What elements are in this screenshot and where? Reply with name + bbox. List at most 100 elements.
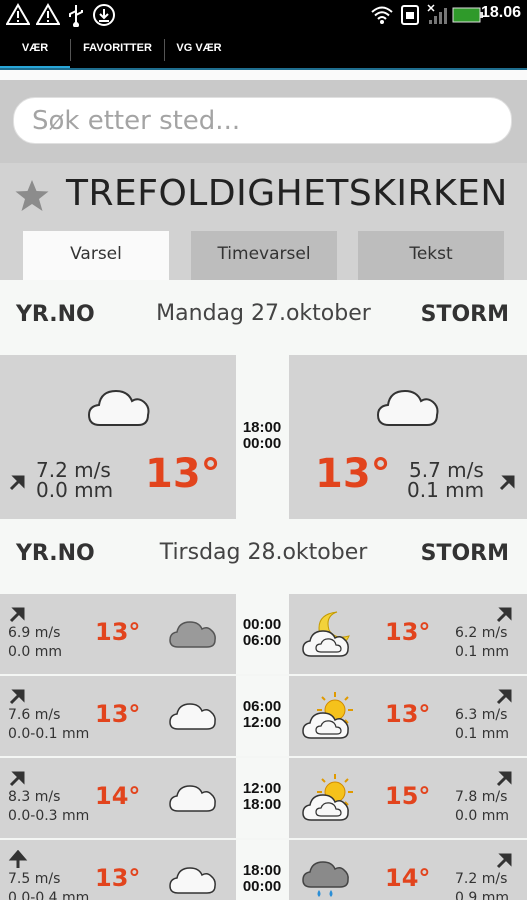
cloud-icon <box>376 389 439 426</box>
wind-arrow-icon <box>8 850 28 868</box>
forecast-cell-yrno[interactable]: 7.5 m/s 0.0-0.4 mm 13° <box>0 840 236 900</box>
forecast-cell-yrno[interactable]: 7.6 m/s 0.0-0.1 mm 13° <box>0 676 236 756</box>
precip-value: 0.0-0.3 mm <box>8 808 90 824</box>
tab-vg-vaer[interactable]: VG VÆR <box>165 30 233 70</box>
battery-icon <box>452 7 483 23</box>
wifi-icon <box>371 6 393 24</box>
cloud-icon <box>169 867 216 894</box>
time-to: 00:00 <box>242 878 282 895</box>
precip-value: 0.0 mm <box>8 644 62 660</box>
signal-icon <box>427 4 447 24</box>
temperature: 13° <box>315 451 391 497</box>
sun-cloud-icon <box>302 692 353 739</box>
place-name: TREFOLDIGHETSKIRKEN <box>66 173 508 214</box>
app-tab-bar: VÆR FAVORITTER VG VÆR <box>0 30 527 70</box>
forecast-cell-yrno[interactable]: 7.2 m/s 0.0 mm 13° <box>0 355 236 519</box>
search-input[interactable] <box>32 103 492 139</box>
app-root: 18.06 VÆR FAVORITTER VG VÆR TREFOLDIGHET… <box>0 0 527 900</box>
tab-favoritter[interactable]: FAVORITTER <box>71 30 164 70</box>
temperature: 13° <box>95 618 141 646</box>
wind-value: 7.6 m/s <box>8 707 61 723</box>
temperature: 13° <box>95 864 141 892</box>
time-column: 18:00 00:00 <box>236 355 289 519</box>
forecast-cell-storm[interactable]: 13° 6.3 m/s 0.1 mm <box>289 676 527 756</box>
temperature: 15° <box>385 782 431 810</box>
place-header: TREFOLDIGHETSKIRKEN Varsel Timevarsel Te… <box>0 163 527 280</box>
tab-varsel[interactable]: Varsel <box>23 231 169 280</box>
warning-icon <box>6 3 30 25</box>
time-to: 06:00 <box>242 632 282 649</box>
wind-value: 7.2 m/s <box>455 871 508 887</box>
wind-value: 6.2 m/s <box>455 625 508 641</box>
wind-arrow-icon <box>9 689 25 705</box>
day-header: YR.NO Mandag 27.oktober STORM <box>0 280 527 355</box>
forecast-cell-yrno[interactable]: 8.3 m/s 0.0-0.3 mm 14° <box>0 758 236 838</box>
clock: 18.06 <box>480 4 521 21</box>
time-column: 18:00 00:00 <box>236 840 289 900</box>
status-bar: 18.06 <box>0 0 527 30</box>
temperature: 14° <box>385 864 431 892</box>
tab-vaer[interactable]: VÆR <box>0 30 70 70</box>
temperature: 13° <box>385 618 431 646</box>
wind-value: 7.5 m/s <box>8 871 61 887</box>
wind-value: 7.2 m/s <box>36 458 111 482</box>
precip-value: 0.0-0.1 mm <box>8 726 90 742</box>
download-icon <box>93 4 115 26</box>
forecast-cell-storm[interactable]: 13° 6.2 m/s 0.1 mm <box>289 594 527 674</box>
temperature: 13° <box>385 700 431 728</box>
tab-tekst[interactable]: Tekst <box>358 231 504 280</box>
time-from: 18:00 <box>242 419 282 436</box>
wind-value: 6.9 m/s <box>8 625 61 641</box>
time-to: 18:00 <box>242 796 282 813</box>
precip-value: 0.0 mm <box>455 808 509 824</box>
divider <box>0 70 527 80</box>
favorite-star-icon[interactable] <box>14 179 50 213</box>
precip-value: 0.0-0.4 mm <box>8 890 90 900</box>
precip-value: 0.0 mm <box>36 478 114 502</box>
time-from: 06:00 <box>242 698 282 715</box>
forecast-cell-storm[interactable]: 14° 7.2 m/s 0.9 mm <box>289 840 527 900</box>
time-column: 12:00 18:00 <box>236 758 289 838</box>
wind-arrow-icon <box>496 771 512 787</box>
wind-arrow-icon <box>496 607 512 623</box>
time-from: 18:00 <box>242 862 282 879</box>
time-from: 00:00 <box>242 616 282 633</box>
usb-icon <box>69 5 83 27</box>
sun-cloud-icon <box>302 774 353 821</box>
dark-cloud-icon <box>169 621 216 648</box>
source-storm: STORM <box>420 302 509 327</box>
wind-arrow-icon <box>496 853 512 869</box>
cloud-icon <box>169 703 216 730</box>
temperature: 13° <box>145 451 221 497</box>
temperature: 14° <box>95 782 141 810</box>
sim-icon <box>401 5 419 25</box>
time-to: 00:00 <box>242 435 282 452</box>
temperature: 13° <box>95 700 141 728</box>
tab-timevarsel[interactable]: Timevarsel <box>191 231 337 280</box>
forecast-cell-storm[interactable]: 13° 5.7 m/s 0.1 mm <box>289 355 527 519</box>
precip-value: 0.9 mm <box>455 890 509 900</box>
wind-arrow-icon <box>499 475 515 491</box>
precip-value: 0.1 mm <box>455 726 509 742</box>
time-from: 12:00 <box>242 780 282 797</box>
wind-value: 6.3 m/s <box>455 707 508 723</box>
wind-value: 8.3 m/s <box>8 789 61 805</box>
wind-arrow-icon <box>9 607 25 623</box>
time-column: 00:00 06:00 <box>236 594 289 674</box>
precip-value: 0.1 mm <box>455 644 509 660</box>
cloud-icon <box>169 785 216 812</box>
time-column: 06:00 12:00 <box>236 676 289 756</box>
forecast-cell-storm[interactable]: 15° 7.8 m/s 0.0 mm <box>289 758 527 838</box>
warning-icon <box>36 3 60 25</box>
precip-value: 0.1 mm <box>407 478 485 502</box>
wind-arrow-icon <box>9 475 25 491</box>
forecast-cell-yrno[interactable]: 6.9 m/s 0.0 mm 13° <box>0 594 236 674</box>
search-box <box>13 97 512 144</box>
source-storm: STORM <box>420 541 509 566</box>
day-header: YR.NO Tirsdag 28.oktober STORM <box>0 519 527 594</box>
rain-cloud-icon <box>302 861 349 897</box>
wind-arrow-icon <box>9 771 25 787</box>
wind-value: 7.8 m/s <box>455 789 508 805</box>
cloud-icon <box>87 389 150 426</box>
wind-value: 5.7 m/s <box>409 458 484 482</box>
